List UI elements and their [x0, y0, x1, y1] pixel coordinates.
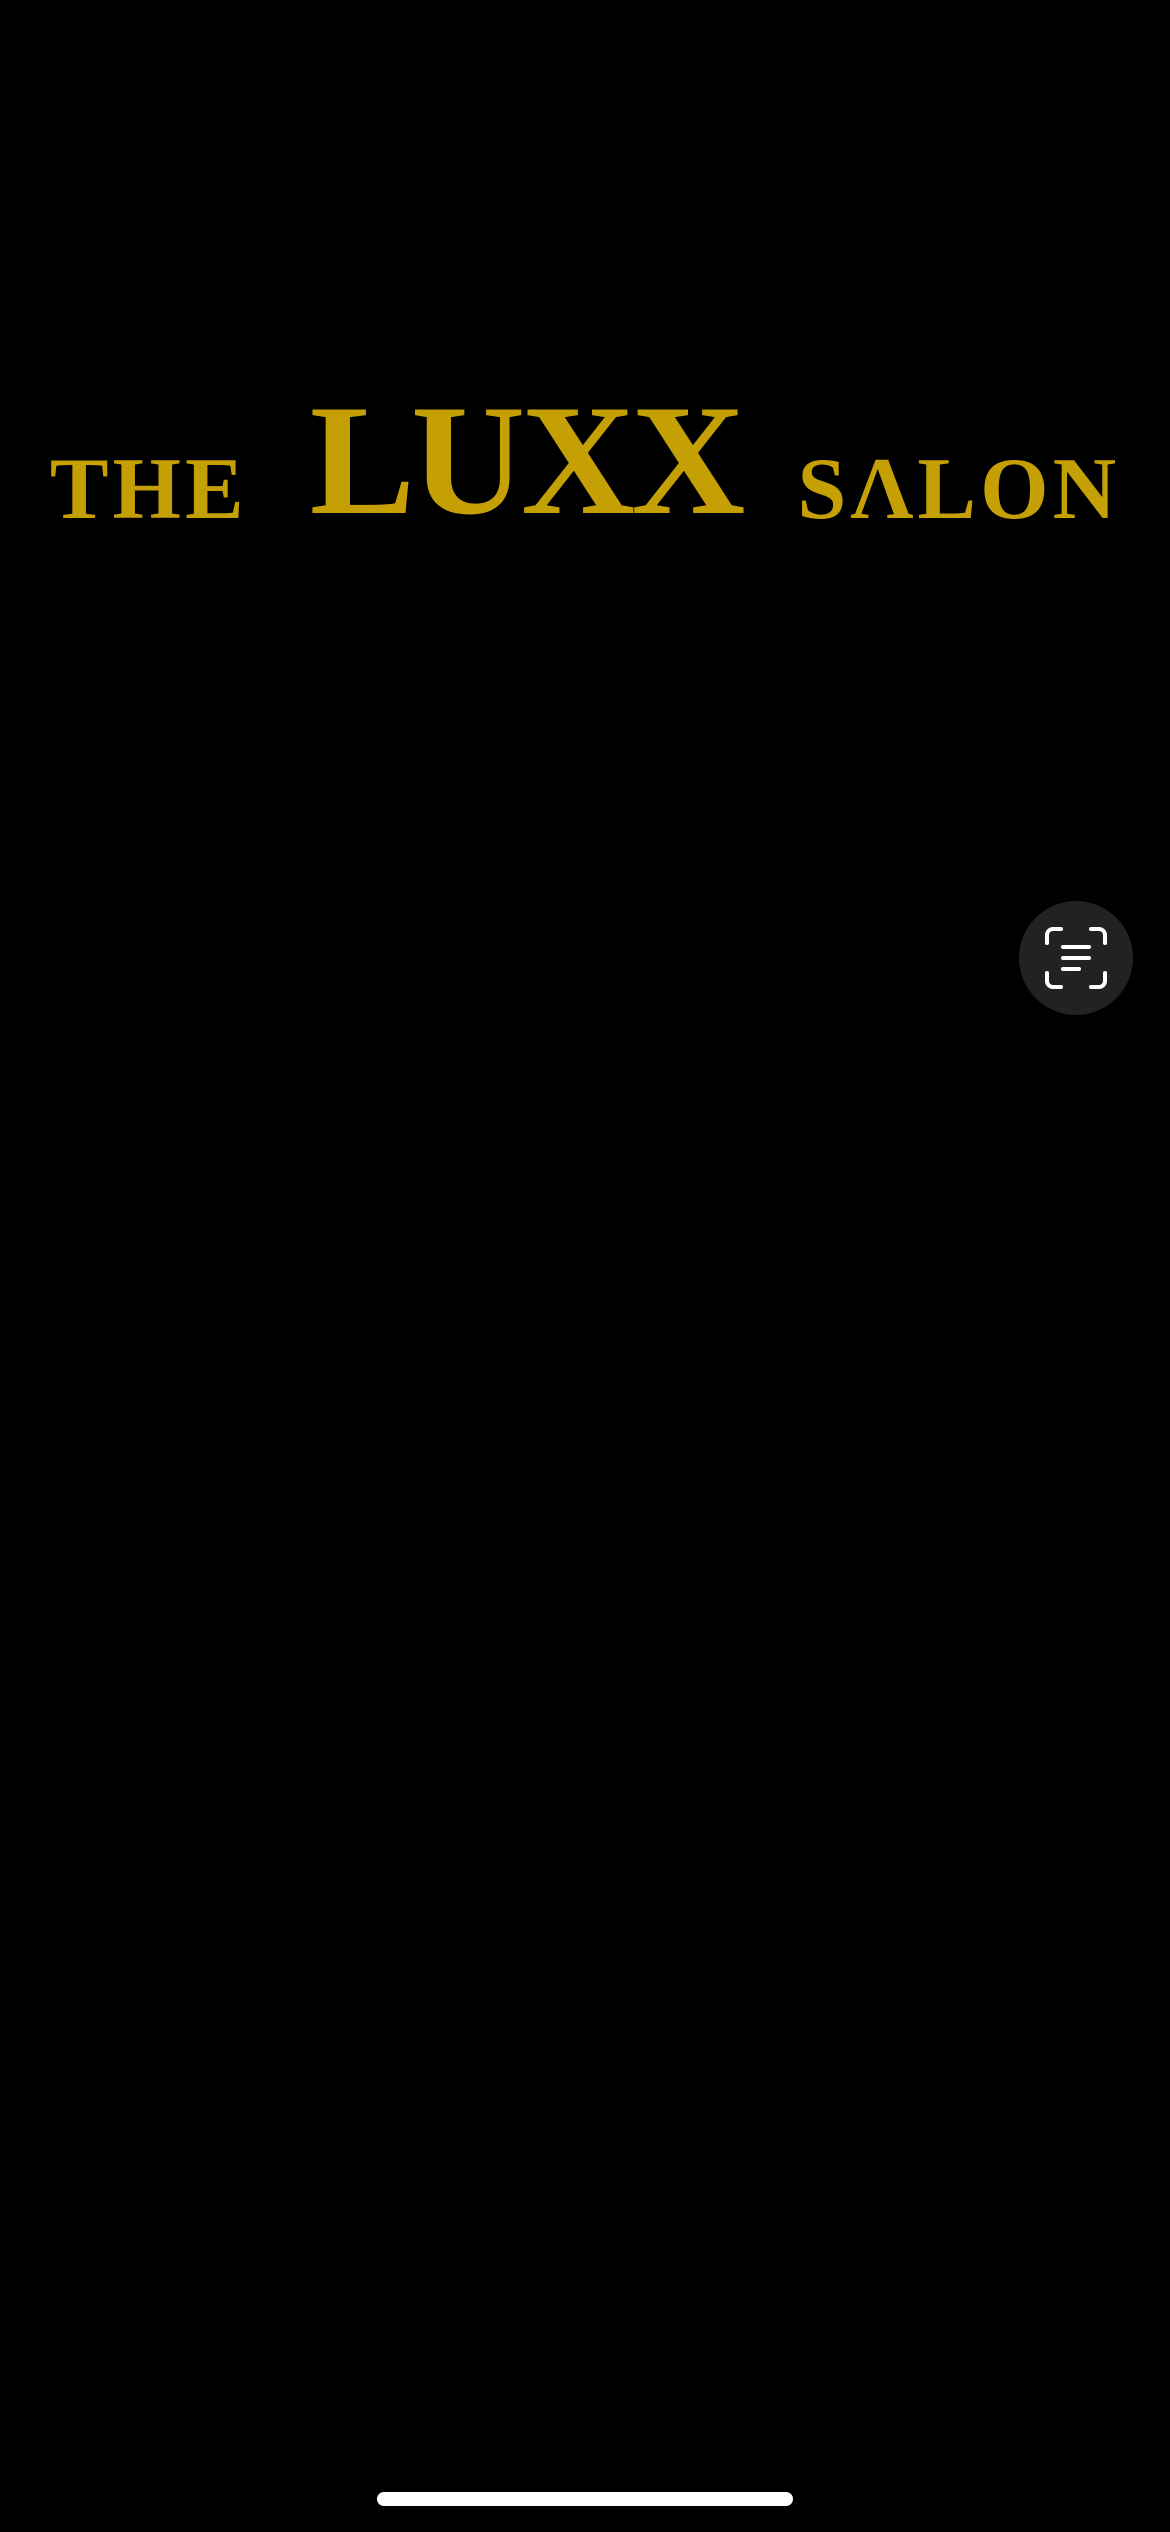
- logo-prefix: THE: [49, 441, 248, 538]
- logo-suffix: SΛLON: [797, 441, 1121, 538]
- live-text-scan-button[interactable]: [1019, 901, 1133, 1015]
- salon-logo: THE LUXX SΛLON: [0, 380, 1170, 540]
- live-text-scan-icon: [1045, 927, 1107, 989]
- home-indicator[interactable]: [377, 2492, 793, 2506]
- logo-name: LUXX: [309, 373, 746, 548]
